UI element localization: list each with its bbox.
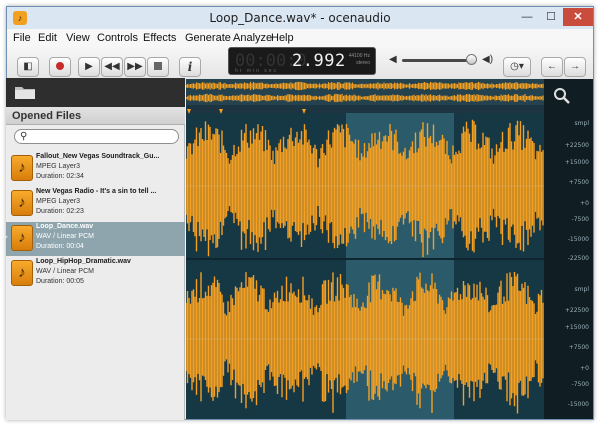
ruler-label: +22500 — [564, 142, 589, 149]
audio-file-icon: ♪ — [11, 225, 33, 251]
menu-controls[interactable]: Controls — [97, 32, 138, 44]
file-name: New Vegas Radio - It's a sin to tell ... — [36, 188, 157, 195]
file-list-item[interactable]: ♪ New Vegas Radio - It's a sin to tell .… — [6, 187, 185, 221]
time-display: 00:00:0 2.992 hr min sec 44100 Hz stereo — [228, 47, 376, 75]
ruler-label: smpl — [574, 286, 589, 293]
channel-mode: stereo — [356, 60, 370, 66]
folder-icon[interactable] — [14, 84, 36, 100]
toggle-sidebar-button[interactable]: ◧ — [17, 57, 39, 77]
fast-forward-button[interactable]: ▶▶ — [124, 57, 146, 77]
file-name: Loop_Dance.wav — [36, 223, 94, 230]
title-bar: ♪ Loop_Dance.wav* - ocenaudio — ☐ ✕ — [7, 7, 593, 29]
zoom-icon[interactable] — [553, 87, 571, 105]
time-display-units: hr min sec — [235, 68, 279, 74]
waveform-editor[interactable] — [186, 79, 544, 419]
file-list-item[interactable]: ♪ Fallout_New Vegas Soundtrack_Gu... MPE… — [6, 152, 185, 186]
menu-effects[interactable]: Effects — [143, 32, 176, 44]
file-search-input[interactable]: ⚲ — [14, 129, 179, 144]
ruler-label: -15000 — [567, 401, 589, 408]
volume-slider-track[interactable] — [402, 59, 474, 62]
file-name: Fallout_New Vegas Soundtrack_Gu... — [36, 153, 160, 160]
ruler-label: +7500 — [568, 179, 589, 186]
menu-edit[interactable]: Edit — [38, 32, 57, 44]
ruler-label: +15000 — [564, 159, 589, 166]
file-name: Loop_HipHop_Dramatic.wav — [36, 258, 131, 265]
sample-rate: 44100 Hz — [348, 53, 370, 59]
file-format: MPEG Layer3 — [36, 163, 80, 170]
close-button[interactable]: ✕ — [563, 8, 593, 26]
sidebar-top-bar — [6, 78, 185, 107]
amplitude-ruler: smpl +22500 +15000 +7500 +0 -7500 -15000… — [544, 79, 593, 419]
file-duration: Duration: 00:05 — [36, 278, 84, 285]
file-format: WAV / Linear PCM — [36, 268, 94, 275]
history-dropdown-button[interactable]: ◷▾ — [503, 57, 531, 77]
ruler-label: +15000 — [564, 324, 589, 331]
ruler-label: +0 — [580, 200, 589, 207]
redo-button[interactable]: → — [564, 57, 586, 77]
volume-high-icon: ◀) — [482, 54, 494, 65]
ruler-label: +22500 — [564, 307, 589, 314]
file-list-item-selected[interactable]: ✔ ♪ Loop_Dance.wav WAV / Linear PCM Dura… — [2, 222, 185, 256]
maximize-button[interactable]: ☐ — [539, 8, 563, 26]
menu-generate[interactable]: Generate — [185, 32, 231, 44]
search-icon: ⚲ — [20, 131, 28, 142]
window-title: Loop_Dance.wav* - ocenaudio — [209, 11, 391, 25]
menu-analyze[interactable]: Analyze — [233, 32, 272, 44]
record-icon — [56, 62, 64, 71]
file-duration: Duration: 02:23 — [36, 208, 84, 215]
ruler-label: +7500 — [568, 344, 589, 351]
ruler-label: -7500 — [571, 381, 589, 388]
ruler-label: -22500 — [567, 255, 589, 262]
file-format: MPEG Layer3 — [36, 198, 80, 205]
opened-files-header: Opened Files — [6, 107, 185, 125]
active-check-icon: ✔ — [2, 234, 9, 243]
file-format: WAV / Linear PCM — [36, 233, 94, 240]
waveform-canvas[interactable] — [186, 79, 544, 419]
ruler-label: -15000 — [567, 236, 589, 243]
menu-view[interactable]: View — [66, 32, 90, 44]
info-button[interactable]: i — [179, 57, 201, 77]
minimize-button[interactable]: — — [515, 8, 539, 26]
audio-file-icon: ♪ — [11, 155, 33, 181]
opened-files-title: Opened Files — [12, 110, 82, 122]
audio-file-icon: ♪ — [11, 190, 33, 216]
info-icon: i — [187, 60, 193, 74]
marker-lane — [186, 105, 544, 113]
play-button[interactable]: ▶ — [78, 57, 100, 77]
undo-button[interactable]: ← — [541, 57, 563, 77]
time-display-value: 2.992 — [292, 51, 346, 71]
rewind-button[interactable]: ◀◀ — [101, 57, 123, 77]
file-list-item[interactable]: ♪ Loop_HipHop_Dramatic.wav WAV / Linear … — [6, 257, 185, 291]
file-duration: Duration: 02:34 — [36, 173, 84, 180]
sample-rate-readout: 44100 Hz stereo — [346, 53, 370, 67]
menu-help[interactable]: Help — [271, 32, 294, 44]
file-duration: Duration: 00:04 — [36, 243, 84, 250]
ruler-label: +0 — [580, 365, 589, 372]
stop-icon — [154, 62, 162, 71]
stop-button[interactable] — [147, 57, 169, 77]
volume-low-icon: ◀ — [389, 54, 397, 65]
record-button[interactable] — [49, 57, 71, 77]
ruler-label: smpl — [574, 120, 589, 127]
menu-file[interactable]: File — [13, 32, 31, 44]
volume-slider-handle[interactable] — [466, 54, 477, 65]
audio-file-icon: ♪ — [11, 260, 33, 286]
menu-bar: File Edit View Controls Effects Generate… — [7, 29, 593, 47]
ruler-label: -7500 — [571, 216, 589, 223]
